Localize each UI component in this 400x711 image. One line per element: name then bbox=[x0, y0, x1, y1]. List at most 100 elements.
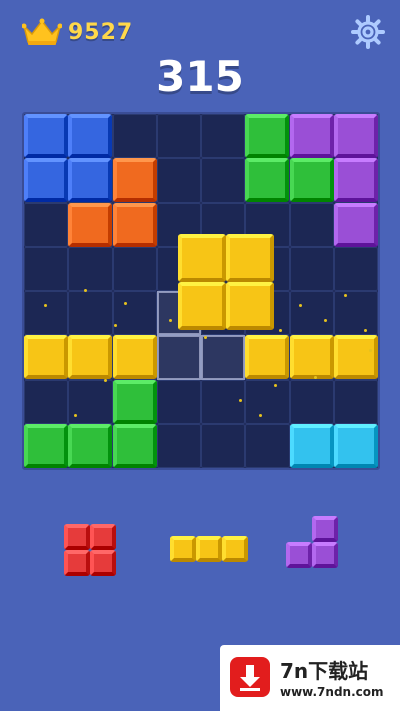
download-arrow-icon bbox=[230, 657, 270, 697]
board-cell[interactable] bbox=[156, 423, 201, 468]
board-cell[interactable] bbox=[289, 291, 334, 336]
piece-tray bbox=[0, 500, 400, 600]
crown-icon bbox=[22, 18, 62, 45]
board-block-yellow bbox=[68, 335, 113, 380]
gear-icon[interactable] bbox=[350, 14, 386, 50]
tray-block-purple bbox=[312, 542, 338, 568]
tray-block-red bbox=[64, 524, 90, 550]
board-block-yellow bbox=[112, 335, 157, 380]
board-block-blue bbox=[24, 158, 68, 203]
sparkle-particle bbox=[124, 302, 127, 305]
tray-piece-1[interactable] bbox=[64, 524, 116, 576]
board-block-cyan bbox=[333, 423, 378, 468]
board-cell[interactable] bbox=[289, 246, 334, 291]
drop-preview-cell bbox=[201, 335, 246, 380]
sparkle-particle bbox=[279, 329, 282, 332]
board-cell[interactable] bbox=[68, 246, 113, 291]
board-cell[interactable] bbox=[333, 291, 378, 336]
board-cell[interactable] bbox=[112, 114, 157, 159]
sparkle-particle bbox=[169, 319, 172, 322]
board-cell[interactable] bbox=[201, 423, 246, 468]
tray-block-purple bbox=[286, 542, 312, 568]
board-block-green bbox=[245, 158, 290, 203]
board-block-green bbox=[245, 114, 290, 158]
board-cell[interactable] bbox=[333, 379, 378, 424]
board-block-yellow bbox=[333, 335, 378, 380]
board-cell[interactable] bbox=[333, 246, 378, 291]
tray-block-yellow bbox=[196, 536, 222, 562]
best-score: 9527 bbox=[68, 20, 134, 45]
board-block-blue bbox=[24, 114, 68, 158]
board-cell[interactable] bbox=[201, 158, 246, 203]
dragging-block-yellow bbox=[226, 282, 274, 330]
sparkle-particle bbox=[204, 336, 207, 339]
board-block-yellow bbox=[24, 335, 68, 380]
board-cell[interactable] bbox=[289, 202, 334, 247]
board-block-orange bbox=[112, 202, 157, 247]
board-cell[interactable] bbox=[24, 202, 69, 247]
sparkle-particle bbox=[259, 414, 262, 417]
sparkle-particle bbox=[324, 319, 327, 322]
sparkle-particle bbox=[274, 384, 277, 387]
board-block-purple bbox=[333, 158, 378, 203]
board-block-yellow bbox=[289, 335, 334, 380]
dragging-block-yellow bbox=[226, 234, 274, 282]
board-cell[interactable] bbox=[156, 114, 201, 159]
dragging-piece[interactable] bbox=[178, 234, 274, 330]
board-cell[interactable] bbox=[245, 379, 290, 424]
sparkle-particle bbox=[344, 294, 347, 297]
sparkle-particle bbox=[114, 324, 117, 327]
board-cell[interactable] bbox=[156, 379, 201, 424]
tray-piece-2[interactable] bbox=[170, 536, 248, 562]
board-block-blue bbox=[68, 158, 113, 203]
board-cell[interactable] bbox=[68, 291, 113, 336]
board-cell[interactable] bbox=[156, 158, 201, 203]
tray-block-yellow bbox=[222, 536, 248, 562]
board-cell[interactable] bbox=[68, 379, 113, 424]
tray-block-purple bbox=[312, 516, 338, 542]
sparkle-particle bbox=[239, 399, 242, 402]
sparkle-particle bbox=[299, 304, 302, 307]
watermark-title: 7n下载站 bbox=[280, 659, 369, 683]
dragging-block-yellow bbox=[178, 234, 226, 282]
board-block-purple bbox=[289, 114, 334, 158]
board-block-blue bbox=[68, 114, 113, 158]
board-block-cyan bbox=[289, 423, 334, 468]
sparkle-particle bbox=[84, 289, 87, 292]
board-block-yellow bbox=[245, 335, 290, 380]
dragging-block-yellow bbox=[178, 282, 226, 330]
board-cell[interactable] bbox=[112, 246, 157, 291]
board-block-green bbox=[289, 158, 334, 203]
game-board[interactable] bbox=[22, 112, 380, 470]
board-cell[interactable] bbox=[245, 423, 290, 468]
board-block-green bbox=[68, 423, 113, 468]
board-cell[interactable] bbox=[201, 114, 246, 159]
board-block-purple bbox=[333, 114, 378, 158]
board-block-orange bbox=[68, 202, 113, 247]
sparkle-particle bbox=[364, 329, 367, 332]
board-block-green bbox=[112, 379, 157, 424]
sparkle-particle bbox=[104, 379, 107, 382]
watermark-banner: 7n下载站 www.7ndn.com bbox=[220, 645, 400, 711]
tray-block-red bbox=[90, 524, 116, 550]
top-bar: 9527 bbox=[0, 0, 400, 60]
board-block-green bbox=[112, 423, 157, 468]
board-cell[interactable] bbox=[24, 291, 69, 336]
board-block-green bbox=[24, 423, 68, 468]
tray-block-red bbox=[90, 550, 116, 576]
board-cell[interactable] bbox=[24, 246, 69, 291]
watermark-url: www.7ndn.com bbox=[280, 685, 384, 699]
tray-block-red bbox=[64, 550, 90, 576]
board-cell[interactable] bbox=[112, 291, 157, 336]
sparkle-particle bbox=[44, 304, 47, 307]
drop-preview-cell bbox=[156, 335, 201, 380]
tray-block-yellow bbox=[170, 536, 196, 562]
board-cell[interactable] bbox=[24, 379, 69, 424]
board-block-purple bbox=[333, 202, 378, 247]
current-score: 315 bbox=[156, 52, 244, 101]
sparkle-particle bbox=[369, 349, 372, 352]
sparkle-particle bbox=[314, 376, 317, 379]
tray-piece-3[interactable] bbox=[286, 516, 338, 568]
sparkle-particle bbox=[74, 414, 77, 417]
board-cell[interactable] bbox=[289, 379, 334, 424]
